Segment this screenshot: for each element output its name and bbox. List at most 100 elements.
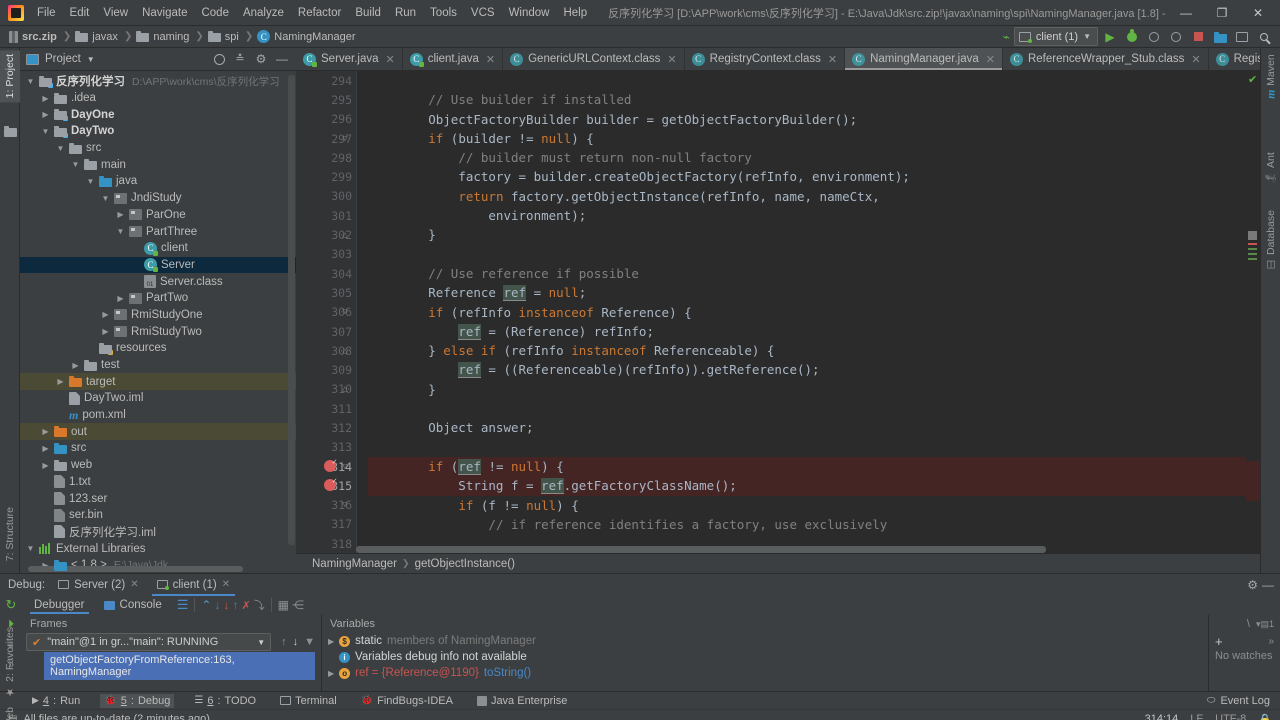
tree-node-external-libraries[interactable]: ▼ External Libraries [20,540,296,557]
breakpoint-icon[interactable] [324,457,337,472]
inspection-status-icon[interactable]: ✔ [1248,73,1257,86]
breakpoint-icon[interactable] [324,476,337,492]
expand-arrow-icon[interactable]: ▶ [101,310,110,319]
tree-node-parttwo[interactable]: ▶ PartTwo [20,290,296,307]
sidebar-item-database[interactable]: ◫ Database [1261,206,1280,274]
menu-bar[interactable]: File Edit View Navigate Code Analyze Ref… [30,5,594,21]
frame-down-icon[interactable]: ↓ [293,636,299,648]
tree-node-123-ser[interactable]: 123.ser [20,490,296,507]
code-line[interactable]: return factory.getObjectInstance(refInfo… [368,187,1246,206]
tree-node-1-txt[interactable]: 1.txt [20,474,296,491]
tree-node-pom-xml[interactable]: m pom.xml [20,407,296,424]
code-fold-icon[interactable]: ▽ [340,307,350,317]
close-icon[interactable]: ✕ [667,53,676,66]
search-everywhere-button[interactable] [1254,27,1274,47]
tree-node-iml[interactable]: 反序列化学习.iml [20,524,296,541]
profile-button[interactable] [1166,27,1186,47]
tree-node-java[interactable]: ▼ java [20,173,296,190]
collapse-arrow-icon[interactable]: ▼ [26,77,35,86]
toolwindow-run[interactable]: ▶ 4 : Run [28,694,84,708]
editor-tab-bar[interactable]: C Server.java ✕ Cclient.java ✕ C GenericURLCon… [296,48,1260,71]
show-execution-point-icon[interactable]: ⌃ [201,598,211,612]
chevron-down-icon[interactable]: ▼ [87,55,95,64]
gutter-line-number[interactable]: 317 [296,515,356,534]
close-icon[interactable]: ✕ [486,53,495,66]
close-icon[interactable]: ✕ [986,53,995,66]
code-line[interactable]: // Use builder if installed [368,90,1246,109]
collapse-arrow-icon[interactable]: ▼ [41,127,50,136]
code-line[interactable]: if (refInfo instanceof Reference) { [368,303,1246,322]
mute-breakpoints-icon[interactable]: ☰ [177,597,189,613]
debug-button[interactable] [1122,27,1142,47]
toolwindow-findbugs[interactable]: 🐞 FindBugs-IDEA [357,694,457,708]
collapse-arrow-icon[interactable]: ▼ [71,160,80,169]
menu-run[interactable]: Run [388,5,423,21]
breadcrumb-spi[interactable]: spi [205,30,244,44]
gutter-line-number[interactable]: 312 [296,418,356,437]
gutter-line-number[interactable]: 297 ▽ [296,129,356,148]
menu-navigate[interactable]: Navigate [135,5,194,21]
gear-icon[interactable]: ⚙ [1247,578,1258,592]
thread-selector[interactable]: ✔ "main"@1 in gr..."main": RUNNING ▼ [26,633,272,651]
backslash-icon[interactable]: \ [1247,618,1250,630]
tree-node-daytwo[interactable]: ▼ DayTwo [20,123,296,140]
breadcrumb-class[interactable]: NamingManager [312,558,397,570]
code-line[interactable]: // if reference identifies a factory, us… [368,515,1246,534]
menu-vcs[interactable]: VCS [464,5,502,21]
tree-node-daytwo-iml[interactable]: DayTwo.iml [20,390,296,407]
close-icon[interactable]: ✕ [130,579,138,590]
expand-arrow-icon[interactable]: ▶ [41,110,50,119]
open-console-button[interactable] [1232,27,1252,47]
editor-marker-bar[interactable]: ✔ [1246,71,1260,553]
editor-tab-genericurlcontext-class[interactable]: C GenericURLContext.class ✕ [503,48,685,70]
gutter-line-number[interactable]: 301 [296,206,356,225]
project-tree[interactable]: ▼ 反序列化学习 D:\APP\work\cms\反序列化学习 ▶ .idea ▶ DayO… [20,71,296,573]
code-line[interactable]: environment); [368,206,1246,225]
tree-node-main[interactable]: ▼ main [20,156,296,173]
code-line[interactable]: if (f != null) { [368,496,1246,515]
code-line[interactable]: } [368,380,1246,399]
expand-arrow-icon[interactable]: ▶ [41,461,50,470]
hide-icon[interactable]: — [272,49,292,69]
code-line[interactable]: } else if (refInfo instanceof Referencea… [368,341,1246,360]
tree-node-[interactable]: ▼ 反序列化学习 D:\APP\work\cms\反序列化学习 [20,73,296,90]
code-line[interactable]: Reference ref = null; [368,283,1246,302]
expand-arrow-icon[interactable]: ▶ [328,669,334,678]
expand-arrow-icon[interactable]: ▶ [71,361,80,370]
run-with-coverage-button[interactable] [1144,27,1164,47]
tree-node-src[interactable]: ▶ src [20,440,296,457]
menu-refactor[interactable]: Refactor [291,5,348,21]
menu-help[interactable]: Help [556,5,594,21]
editor-tab-namingmanager-java[interactable]: C NamingManager.java ✕ [845,48,1003,70]
tab-debugger[interactable]: Debugger [26,598,93,614]
tree-node-ser-bin[interactable]: ser.bin [20,507,296,524]
gutter-line-number[interactable]: 310 △ [296,380,356,399]
editor-tab-server-java[interactable]: C Server.java ✕ [296,48,403,70]
breadcrumb-method[interactable]: getObjectInstance() [415,558,515,570]
expand-arrow-icon[interactable]: ▶ [116,294,125,303]
gear-icon[interactable]: ⚙ [251,49,271,69]
add-watch-icon[interactable]: + [1215,634,1223,649]
gutter-line-number[interactable]: 306 ▽ [296,303,356,322]
editor-gutter[interactable]: 294 295 296 297 ▽ 298 299 300 301 302 △ 303 304 305 30… [296,71,356,553]
sidebar-item-ant[interactable]: 🐜 Ant [1261,148,1280,188]
minimize-button[interactable]: — [1168,1,1204,25]
expand-arrow-icon[interactable]: ▶ [56,377,65,386]
chevron-down-icon[interactable]: ▾▤1 [1256,619,1274,630]
code-line[interactable]: Object answer; [368,418,1246,437]
code-line[interactable]: if (builder != null) { [368,129,1246,148]
debug-session-tab-client[interactable]: client (1) ✕ [151,577,236,596]
frame-list-item[interactable]: getObjectFactoryFromReference:163, Namin… [44,652,315,680]
tab-console[interactable]: Console [96,598,170,612]
code-line[interactable]: if (ref != null) { [368,456,1246,477]
tree-node-idea[interactable]: ▶ .idea [20,90,296,107]
tree-node-server[interactable]: C Server [20,256,296,274]
gutter-line-number[interactable]: 303 [296,245,356,264]
gutter-line-number[interactable]: 305 [296,283,356,302]
tree-node-resources[interactable]: resources [20,340,296,357]
sidebar-item-structure[interactable]: 7: Structure [0,503,20,565]
code-line[interactable]: ObjectFactoryBuilder builder = getObject… [368,110,1246,129]
tree-node-server-class[interactable]: 01 Server.class [20,273,296,290]
code-line[interactable]: // builder must return non-null factory [368,148,1246,167]
sidebar-item-project[interactable]: 1: Project [0,50,20,103]
